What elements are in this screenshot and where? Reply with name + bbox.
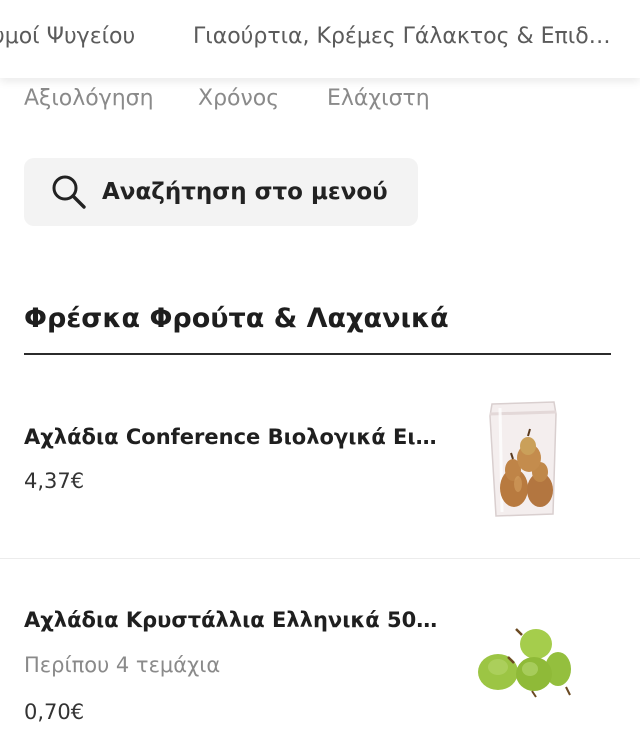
menu-page: υμοί Ψυγείου Γιαούρτια, Κρέμες Γάλακτος … — [0, 0, 640, 754]
product-name: Αχλάδια Κρυστάλλια Ελληνικά 50… — [24, 608, 438, 632]
search-icon — [50, 172, 90, 212]
sort-option-rating[interactable]: Αξιολόγηση — [24, 86, 154, 111]
category-tab[interactable]: Γιαούρτια, Κρέμες Γάλακτος & Επιδ… — [193, 24, 611, 49]
product-item[interactable]: Αχλάδια Conference Βιολογικά Ει… 4,37€ — [0, 380, 640, 559]
packaged-pears-image — [470, 396, 580, 521]
product-name: Αχλάδια Conference Βιολογικά Ει… — [24, 425, 437, 449]
category-tab[interactable]: υμοί Ψυγείου — [0, 24, 135, 49]
sort-option-minimum[interactable]: Ελάχιστη — [327, 86, 430, 111]
sort-options: Αξιολόγηση Χρόνος Ελάχιστη — [0, 86, 640, 116]
section-divider — [24, 353, 611, 355]
product-description: Περίπου 4 τεμάχια — [24, 653, 221, 677]
product-price: 0,70€ — [24, 700, 85, 724]
menu-search-button[interactable]: Αναζήτηση στο μενού — [24, 158, 418, 226]
category-tab-bar: υμοί Ψυγείου Γιαούρτια, Κρέμες Γάλακτος … — [0, 0, 640, 78]
search-label: Αναζήτηση στο μενού — [102, 179, 388, 205]
product-price: 4,37€ — [24, 469, 85, 493]
section-title: Φρέσκα Φρούτα & Λαχανικά — [24, 303, 449, 334]
product-item[interactable]: Αχλάδια Κρυστάλλια Ελληνικά 50… Περίπου … — [0, 559, 640, 754]
green-pears-image — [470, 617, 580, 702]
sort-option-time[interactable]: Χρόνος — [198, 86, 279, 111]
